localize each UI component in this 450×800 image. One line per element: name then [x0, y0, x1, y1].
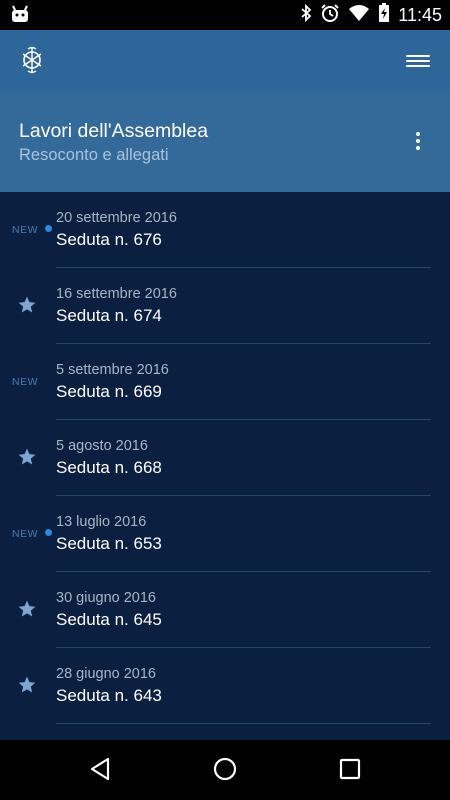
session-row[interactable]: 28 giugno 2016 Seduta n. 643: [0, 648, 450, 724]
session-date: 5 settembre 2016: [56, 362, 169, 378]
battery-charging-icon: [378, 2, 390, 28]
session-name: Seduta n. 674: [56, 306, 162, 325]
session-date: 30 giugno 2016: [56, 590, 156, 606]
recents-square-icon[interactable]: [339, 757, 361, 786]
session-row[interactable]: NEW 13 luglio 2016 Seduta n. 653: [0, 496, 450, 572]
session-row[interactable]: NEW 20 settembre 2016 Seduta n. 676: [0, 192, 450, 268]
session-name: Seduta n. 653: [56, 534, 162, 553]
new-badge-label: NEW: [12, 376, 38, 388]
session-name: Seduta n. 669: [56, 382, 162, 401]
status-bar: 11:45: [0, 0, 450, 30]
new-badge-label: NEW: [12, 224, 38, 236]
divider: [56, 723, 431, 724]
back-triangle-icon[interactable]: [89, 757, 111, 786]
app-bar: [0, 30, 450, 92]
session-row[interactable]: 16 settembre 2016 Seduta n. 674: [0, 268, 450, 344]
page-subtitle: Resoconto e allegati: [19, 146, 169, 164]
session-name: Seduta n. 643: [56, 686, 162, 705]
session-row[interactable]: 5 agosto 2016 Seduta n. 668: [0, 420, 450, 496]
new-dot-icon: [45, 529, 52, 536]
clock-time: 11:45: [398, 4, 442, 25]
session-name: Seduta n. 676: [56, 230, 162, 249]
alarm-icon: [320, 3, 340, 28]
android-icon: [10, 5, 30, 28]
session-row[interactable]: 30 giugno 2016 Seduta n. 645: [0, 572, 450, 648]
star-icon[interactable]: [17, 599, 37, 624]
wifi-icon: [348, 4, 370, 27]
navigation-bar: [0, 740, 450, 800]
bluetooth-icon: [300, 3, 312, 27]
star-icon[interactable]: [17, 447, 37, 472]
star-icon[interactable]: [17, 675, 37, 700]
session-date: 16 settembre 2016: [56, 286, 177, 302]
session-date: 20 settembre 2016: [56, 210, 177, 226]
page-title: Lavori dell'Assemblea: [19, 120, 209, 142]
session-date: 28 giugno 2016: [56, 666, 156, 682]
session-date: 13 luglio 2016: [56, 514, 147, 530]
session-list: NEW 20 settembre 2016 Seduta n. 676 16 s…: [0, 192, 450, 740]
status-icons: 11:45: [300, 0, 442, 30]
session-row[interactable]: NEW 5 settembre 2016 Seduta n. 669: [0, 344, 450, 420]
session-name: Seduta n. 645: [56, 610, 162, 629]
session-name: Seduta n. 668: [56, 458, 162, 477]
new-badge-label: NEW: [12, 528, 38, 540]
hamburger-menu-icon[interactable]: [406, 52, 430, 70]
assembly-logo-icon[interactable]: [19, 45, 45, 80]
home-circle-icon[interactable]: [213, 757, 237, 786]
star-icon[interactable]: [17, 295, 37, 320]
new-dot-icon: [45, 225, 52, 232]
more-vert-icon[interactable]: [406, 132, 430, 154]
session-date: 5 agosto 2016: [56, 438, 148, 454]
section-header: Lavori dell'Assemblea Resoconto e allega…: [0, 92, 450, 192]
